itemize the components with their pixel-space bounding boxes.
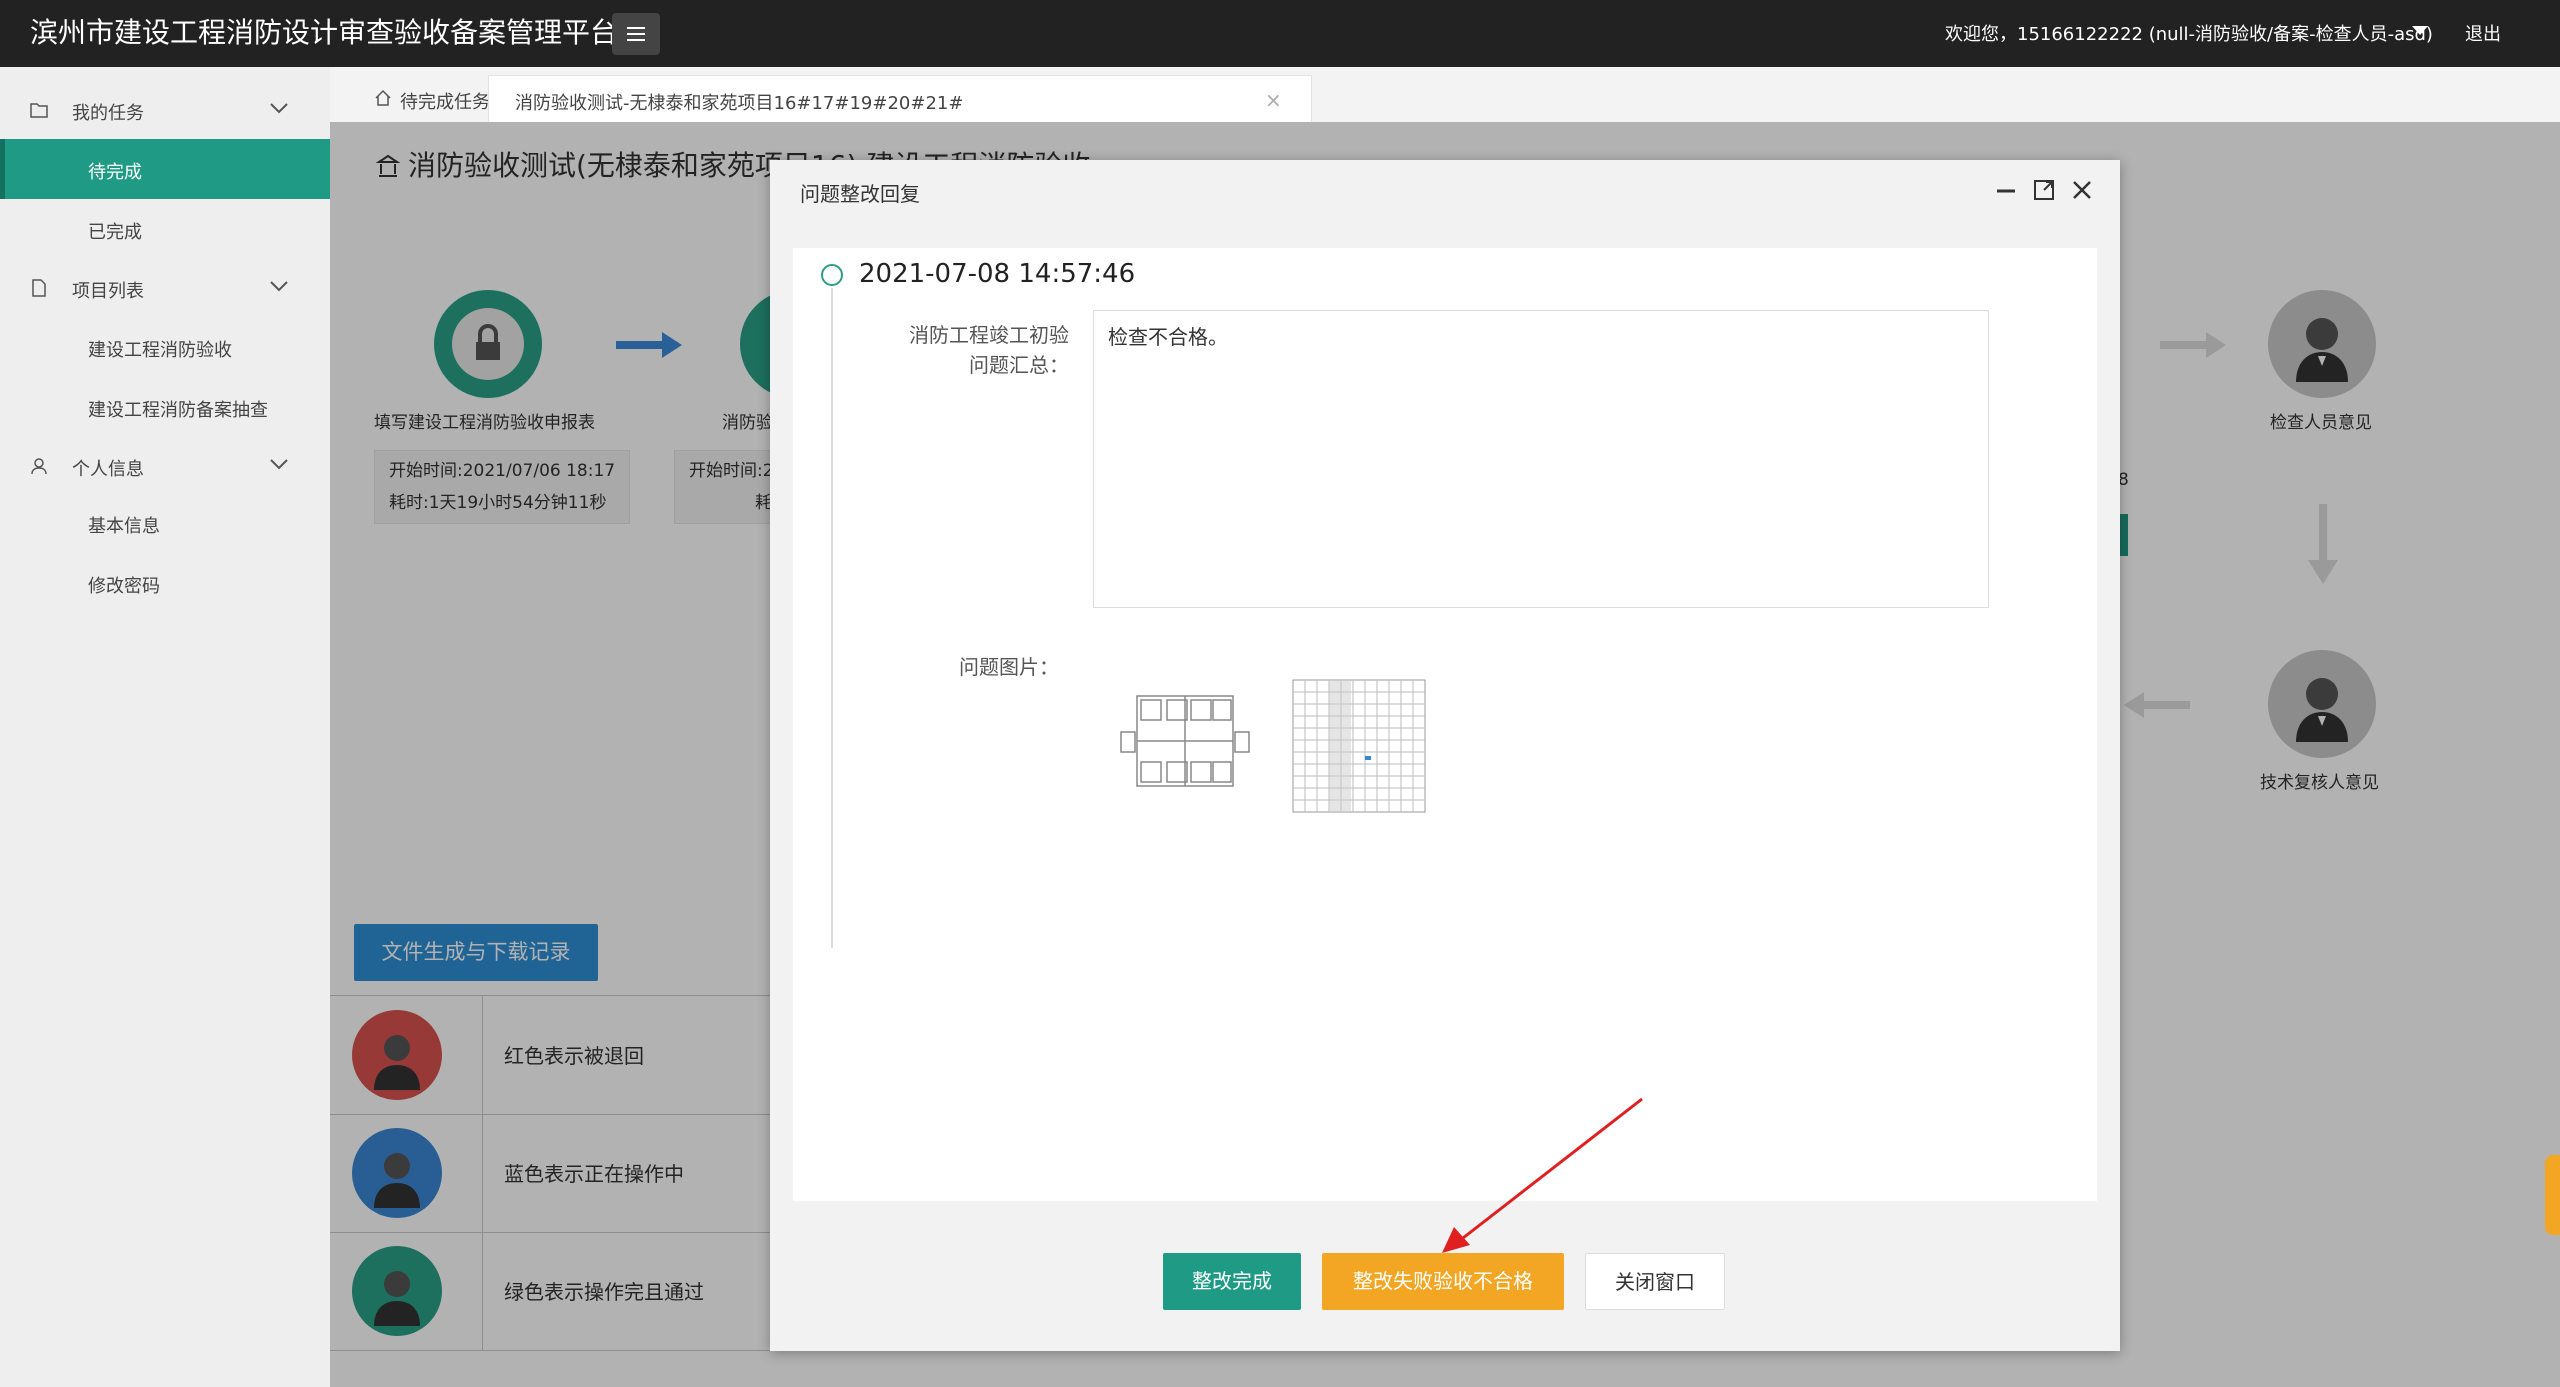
rectification-fail-button[interactable]: 整改失败验收不合格 [1322,1253,1564,1310]
hamburger-icon[interactable] [612,13,660,55]
modal-body: 2021-07-08 14:57:46 消防工程竣工初验 问题汇总： 检查不合格… [793,248,2097,1201]
sidebar-group-my-tasks[interactable]: 我的任务 [0,83,330,139]
close-icon[interactable]: × [1265,88,1282,112]
sidebar-item-completed[interactable]: 已完成 [0,199,330,259]
issue-summary-textarea[interactable]: 检查不合格。 [1093,310,1989,608]
sidebar-group-project-list[interactable]: 项目列表 [0,261,330,317]
tab-label: 待完成任务 [400,92,490,113]
sidebar-item-fire-record-check[interactable]: 建设工程消防备案抽查 [0,377,330,437]
timeline-dot-icon [821,264,843,286]
file-icon [32,279,46,297]
rectification-complete-button[interactable]: 整改完成 [1163,1253,1301,1310]
issue-image-thumbnail[interactable] [1117,678,1253,804]
folder-icon [30,103,48,118]
sidebar-item-label: 建设工程消防验收 [88,340,232,361]
summary-label: 消防工程竣工初验 问题汇总： [909,323,1069,377]
sidebar-group-label: 个人信息 [72,459,144,480]
sidebar-item-change-password[interactable]: 修改密码 [0,553,330,613]
app-title: 滨州市建设工程消防设计审查验收备案管理平台 [30,16,619,49]
minimize-icon[interactable] [1994,178,2018,202]
chevron-down-icon [270,281,288,292]
timeline-line [831,288,833,948]
sidebar-item-label: 已完成 [88,222,142,243]
sidebar-item-pending[interactable]: 待完成 [0,139,330,199]
user-icon [31,458,47,475]
sidebar-item-fire-acceptance[interactable]: 建设工程消防验收 [0,317,330,377]
images-label: 问题图片： [959,655,1059,679]
sidebar-group-label: 项目列表 [72,281,144,302]
timeline-timestamp: 2021-07-08 14:57:46 [859,259,1136,289]
sidebar-group-label: 我的任务 [72,103,144,124]
chevron-down-icon [270,459,288,470]
close-window-button[interactable]: 关闭窗口 [1585,1253,1725,1310]
sidebar-item-label: 建设工程消防备案抽查 [88,400,268,421]
side-panel-handle[interactable] [2545,1155,2560,1235]
close-icon[interactable] [2070,178,2094,202]
maximize-icon[interactable] [2032,178,2056,202]
annotation-arrow-icon [1442,1097,1643,1253]
tab-label: 消防验收测试-无棣泰和家苑项目16#17#19#20#21# [515,93,964,114]
sidebar-item-label: 基本信息 [88,516,160,537]
issue-image-thumbnail[interactable] [1291,678,1427,814]
tab-bar: 待完成任务 消防验收测试-无棣泰和家苑项目16#17#19#20#21# × [330,67,2560,123]
caret-down-icon[interactable] [2412,26,2428,35]
sidebar-item-label: 待完成 [88,162,142,183]
chevron-down-icon [270,103,288,114]
home-icon [375,89,391,106]
tab-current-project[interactable]: 消防验收测试-无棣泰和家苑项目16#17#19#20#21# × [488,75,1312,123]
top-bar: 滨州市建设工程消防设计审查验收备案管理平台 欢迎您，15166122222 (n… [0,0,2560,67]
sidebar-item-basic-info[interactable]: 基本信息 [0,493,330,553]
modal-title: 问题整改回复 [800,182,920,206]
welcome-text[interactable]: 欢迎您，15166122222 (null-消防验收/备案-检查人员-asd) [1945,20,2433,46]
sidebar: 我的任务 待完成 已完成 项目列表 建设工程消防验收 建设工程消防备案抽查 个人… [0,67,330,1387]
logout-link[interactable]: 退出 [2465,20,2501,46]
sidebar-item-label: 修改密码 [88,576,160,597]
sidebar-group-personal-info[interactable]: 个人信息 [0,439,330,495]
